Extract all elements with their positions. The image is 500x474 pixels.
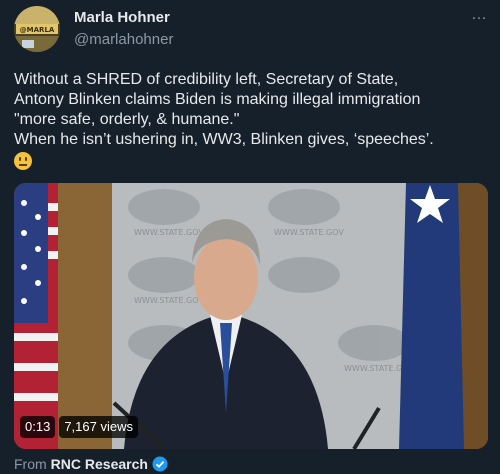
video-view-count: 7,167 views [59,416,138,438]
video-player[interactable]: WWW.STATE.GOV WWW.STATE.GOV WWW.STATE.GO… [14,183,488,449]
author-name[interactable]: Marla Hohner [74,9,170,26]
author-handle[interactable]: @marlahohner [74,31,173,48]
backdrop-text: WWW.STATE.GOV [134,228,204,237]
tweet-line: "more safe, orderly, & humane." [14,111,240,128]
tweet-line: When he isn’t ushering in, WW3, Blinken … [14,131,434,148]
avatar-image: @MARLA [14,6,60,52]
avatar[interactable]: @MARLA [14,6,60,52]
video-timestamp: 0:13 [20,416,56,438]
tweet-line: Without a SHRED of credibility left, Sec… [14,71,399,88]
neutral-face-emoji-icon [14,152,32,170]
tweet-line: Antony Blinken claims Biden is making il… [14,91,421,108]
attribution: From RNC Research [14,456,168,472]
tweet-text: Without a SHRED of credibility left, Sec… [14,70,490,176]
more-options-icon[interactable]: … [471,6,488,24]
backdrop-text: WWW.STATE.GOV [274,228,344,237]
avatar-text: @MARLA [20,26,55,34]
backdrop-text: WWW.STATE.GOV [134,296,204,305]
video-overlay: 0:13 7,167 views [20,416,138,438]
attribution-prefix: From [14,456,47,472]
attribution-source-link[interactable]: RNC Research [51,456,148,472]
verified-badge-icon [152,456,168,472]
video-frame: WWW.STATE.GOV WWW.STATE.GOV WWW.STATE.GO… [14,183,488,449]
tweet-card[interactable]: @MARLA Marla Hohner @marlahohner … Witho… [0,0,500,474]
